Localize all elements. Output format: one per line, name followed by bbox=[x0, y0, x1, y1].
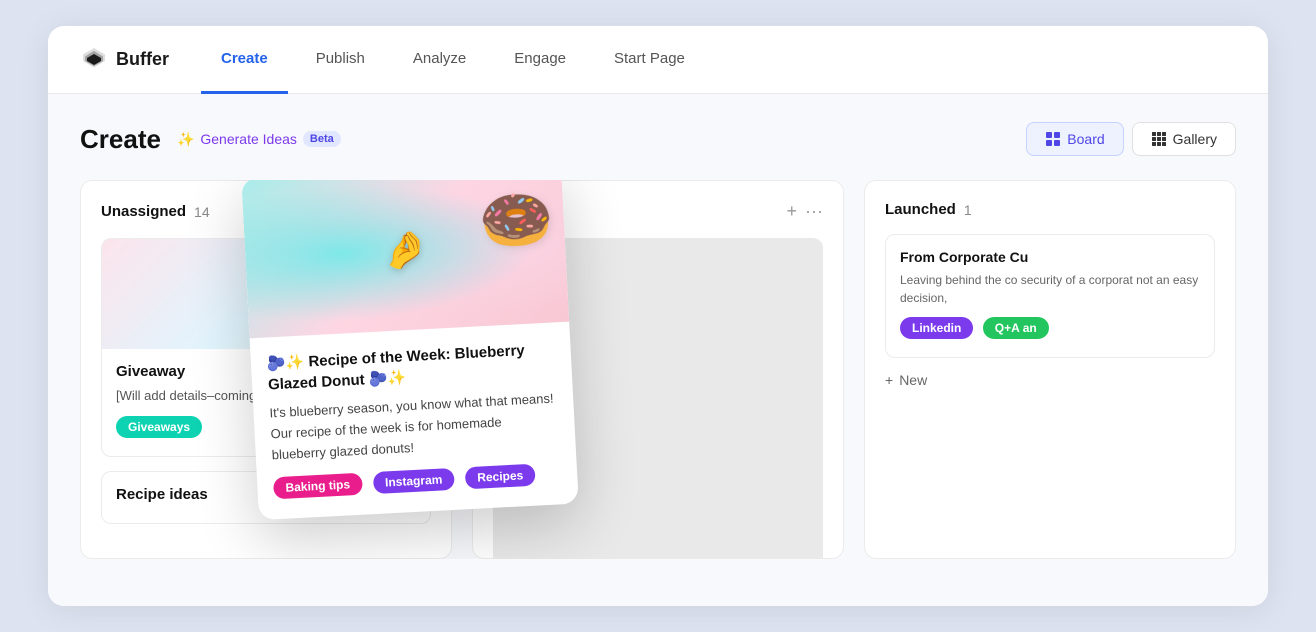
nav-create[interactable]: Create bbox=[201, 26, 288, 94]
card-giveaway-title: Giveaway bbox=[116, 363, 416, 380]
page-title: Create bbox=[80, 124, 161, 155]
tag-qna[interactable]: Q+A an bbox=[983, 317, 1049, 339]
tag-giveaways[interactable]: Giveaways bbox=[116, 416, 202, 438]
page-content: Create ✨ Generate Ideas Beta Board bbox=[48, 94, 1268, 606]
nav-analyze[interactable]: Analyze bbox=[393, 26, 486, 94]
board: Unassigned 14 + 🧁 Giveaway [Will add det… bbox=[80, 180, 1236, 559]
card-recipe-body: Recipe ideas bbox=[102, 472, 430, 523]
logo-text: Buffer bbox=[116, 49, 169, 70]
nav-publish[interactable]: Publish bbox=[296, 26, 385, 94]
gallery-icon bbox=[1151, 131, 1167, 147]
unassigned-count: 14 bbox=[194, 204, 210, 220]
nav-start-page[interactable]: Start Page bbox=[594, 26, 705, 94]
gallery-view-label: Gallery bbox=[1173, 131, 1217, 147]
drafts-actions[interactable]: + ··· bbox=[787, 201, 824, 222]
generate-ideas-button[interactable]: ✨ Generate Ideas Beta bbox=[177, 131, 341, 148]
launched-card-text: Leaving behind the co security of a corp… bbox=[900, 271, 1200, 307]
unassigned-add-button[interactable]: + bbox=[420, 201, 431, 222]
page-header: Create ✨ Generate Ideas Beta Board bbox=[80, 122, 1236, 156]
view-toggle: Board Gallery bbox=[1026, 122, 1236, 156]
column-drafts: Drafts 4 + ··· 🍩 …profiles didn't post s… bbox=[472, 180, 844, 559]
card-giveaway-image: 🧁 bbox=[102, 239, 430, 349]
new-button[interactable]: + New bbox=[885, 372, 927, 388]
magic-wand-icon: ✨ bbox=[177, 131, 194, 148]
drafts-more-icon[interactable]: ··· bbox=[805, 201, 823, 222]
card-launched-corporate[interactable]: From Corporate Cu Leaving behind the co … bbox=[885, 234, 1215, 358]
drafts-add-icon[interactable]: + bbox=[787, 201, 798, 222]
card-giveaway[interactable]: 🧁 Giveaway [Will add details–coming soon… bbox=[101, 238, 431, 457]
launched-count: 1 bbox=[964, 202, 972, 218]
generate-ideas-label: Generate Ideas bbox=[200, 131, 297, 147]
top-nav: Buffer Create Publish Analyze Engage Sta… bbox=[48, 26, 1268, 94]
new-label: New bbox=[899, 372, 927, 388]
card-giveaway-body: Giveaway [Will add details–coming soon!]… bbox=[102, 349, 430, 456]
column-launched: Launched 1 From Corporate Cu Leaving beh… bbox=[864, 180, 1236, 559]
page-title-area: Create ✨ Generate Ideas Beta bbox=[80, 124, 341, 155]
board-view-button[interactable]: Board bbox=[1026, 122, 1123, 156]
app-window: Buffer Create Publish Analyze Engage Sta… bbox=[48, 26, 1268, 606]
nav-engage[interactable]: Engage bbox=[494, 26, 586, 94]
launched-title: Launched 1 bbox=[885, 201, 972, 218]
beta-badge: Beta bbox=[303, 131, 341, 147]
drafts-count: 4 bbox=[544, 204, 552, 220]
tag-linkedin[interactable]: Linkedin bbox=[900, 317, 973, 339]
logo: Buffer bbox=[80, 46, 169, 74]
card-recipe-title: Recipe ideas bbox=[116, 486, 416, 503]
buffer-logo-icon bbox=[80, 46, 108, 74]
launched-card-title: From Corporate Cu bbox=[900, 249, 1200, 265]
unassigned-title: Unassigned 14 bbox=[101, 203, 210, 220]
column-unassigned-header: Unassigned 14 + bbox=[101, 201, 431, 222]
column-drafts-header: Drafts 4 + ··· bbox=[493, 201, 823, 222]
gallery-view-button[interactable]: Gallery bbox=[1132, 122, 1236, 156]
column-launched-header: Launched 1 bbox=[885, 201, 1215, 218]
drafts-title: Drafts 4 bbox=[493, 203, 552, 220]
card-giveaway-text: [Will add details–coming soon!] bbox=[116, 386, 416, 406]
card-recipe-ideas[interactable]: Recipe ideas bbox=[101, 471, 431, 524]
new-plus-icon: + bbox=[885, 372, 893, 388]
board-view-label: Board bbox=[1067, 131, 1104, 147]
board-icon bbox=[1045, 131, 1061, 147]
column-unassigned: Unassigned 14 + 🧁 Giveaway [Will add det… bbox=[80, 180, 452, 559]
card-draft-placeholder bbox=[493, 238, 823, 559]
